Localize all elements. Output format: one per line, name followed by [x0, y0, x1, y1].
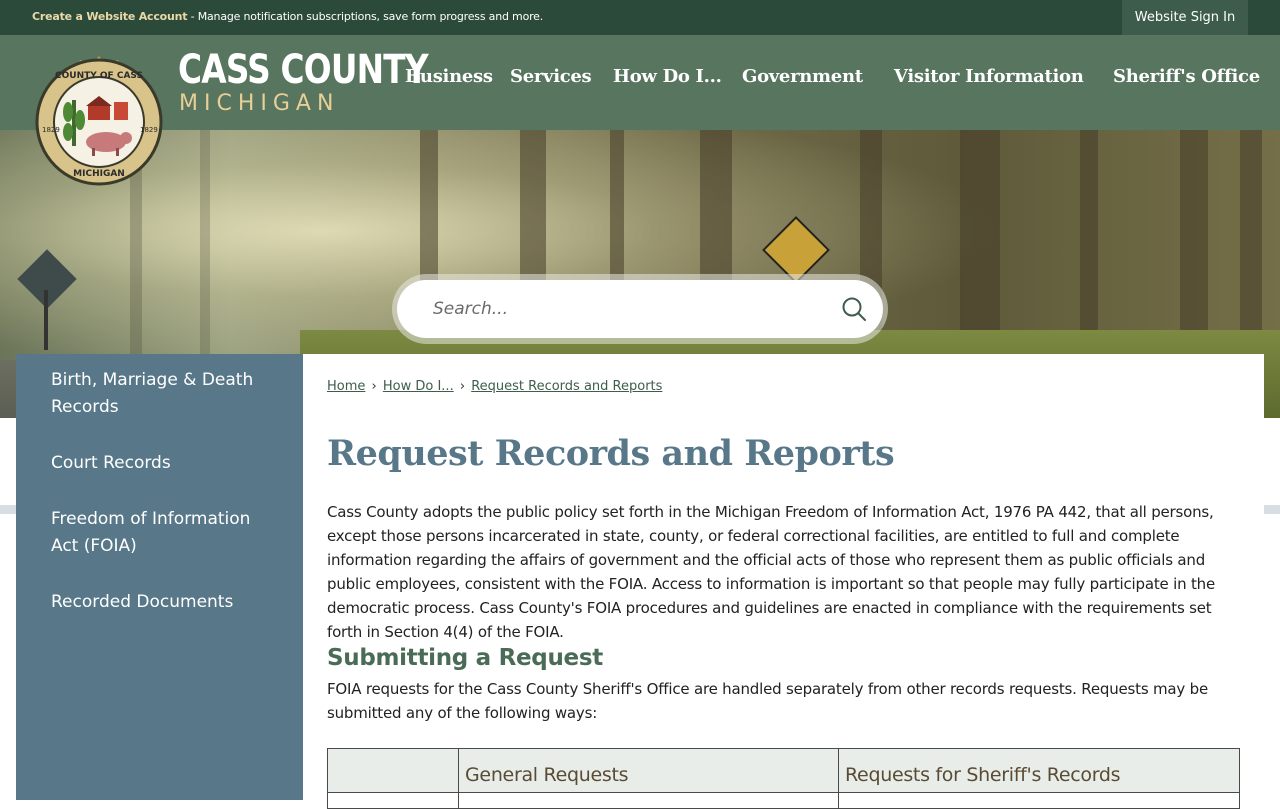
seal-year-right: 1829: [140, 126, 158, 134]
table-cell: [327, 792, 459, 809]
table-cell: [838, 792, 1240, 809]
nav-business[interactable]: Business: [405, 66, 493, 87]
site-header: CASS COUNTY MICHIGAN Business Services H…: [0, 35, 1280, 130]
create-account-link[interactable]: Create a Website Account: [32, 10, 188, 23]
breadcrumb: Home › How Do I... › Request Records and…: [327, 379, 662, 394]
nav-government[interactable]: Government: [742, 66, 863, 87]
sidebar-nav: Birth, Marriage & Death Records Court Re…: [16, 354, 303, 800]
seal-text-bottom: MICHIGAN: [73, 169, 125, 179]
county-seal-logo[interactable]: COUNTY OF CASS MICHIGAN 1829 1829: [28, 46, 170, 194]
breadcrumb-how-do-i[interactable]: How Do I...: [383, 379, 454, 394]
table-header-general-requests: General Requests: [458, 748, 839, 793]
table-cell: [458, 792, 839, 809]
search-input[interactable]: [433, 294, 813, 324]
section-heading-submitting-request: Submitting a Request: [327, 645, 603, 671]
table-header-empty: [327, 748, 459, 793]
intro-paragraph: Cass County adopts the public policy set…: [327, 503, 1215, 641]
table-header-sheriff-records: Requests for Sheriff's Records: [838, 748, 1240, 793]
sidebar-item-recorded-documents[interactable]: Recorded Documents: [51, 589, 271, 616]
seal-year-left: 1829: [42, 126, 60, 134]
nav-visitor-information[interactable]: Visitor Information: [894, 66, 1084, 87]
brand-title[interactable]: CASS COUNTY: [178, 47, 429, 93]
breadcrumb-current[interactable]: Request Records and Reports: [471, 379, 662, 394]
table-header-row: General Requests Requests for Sheriff's …: [327, 748, 1240, 793]
sidebar-item-birth-marriage-death-records[interactable]: Birth, Marriage & Death Records: [51, 367, 271, 421]
brand-subtitle[interactable]: MICHIGAN: [179, 91, 339, 116]
website-sign-in-button[interactable]: Website Sign In: [1122, 0, 1248, 35]
sidebar-item-court-records[interactable]: Court Records: [51, 450, 271, 477]
top-utility-bar: Create a Website Account - Manage notifi…: [0, 0, 1280, 35]
nav-sheriffs-office[interactable]: Sheriff's Office: [1113, 66, 1260, 87]
breadcrumb-separator: ›: [371, 379, 377, 394]
breadcrumb-separator: ›: [459, 379, 466, 394]
table-row: [327, 792, 1240, 809]
search-icon[interactable]: [841, 296, 867, 322]
sidebar-item-foia[interactable]: Freedom of Information Act (FOIA): [51, 506, 271, 560]
page-title: Request Records and Reports: [327, 433, 895, 474]
account-message: Create a Website Account - Manage notifi…: [32, 10, 543, 23]
nav-services[interactable]: Services: [510, 66, 592, 87]
seal-text-top: COUNTY OF CASS: [55, 71, 143, 81]
section-paragraph: FOIA requests for the Cass County Sherif…: [327, 680, 1209, 722]
main-content: Home › How Do I... › Request Records and…: [303, 354, 1264, 809]
nav-how-do-i[interactable]: How Do I...: [613, 66, 722, 87]
site-search: [397, 280, 883, 338]
account-message-text: - Manage notification subscriptions, sav…: [187, 10, 544, 23]
breadcrumb-home[interactable]: Home: [327, 379, 365, 394]
